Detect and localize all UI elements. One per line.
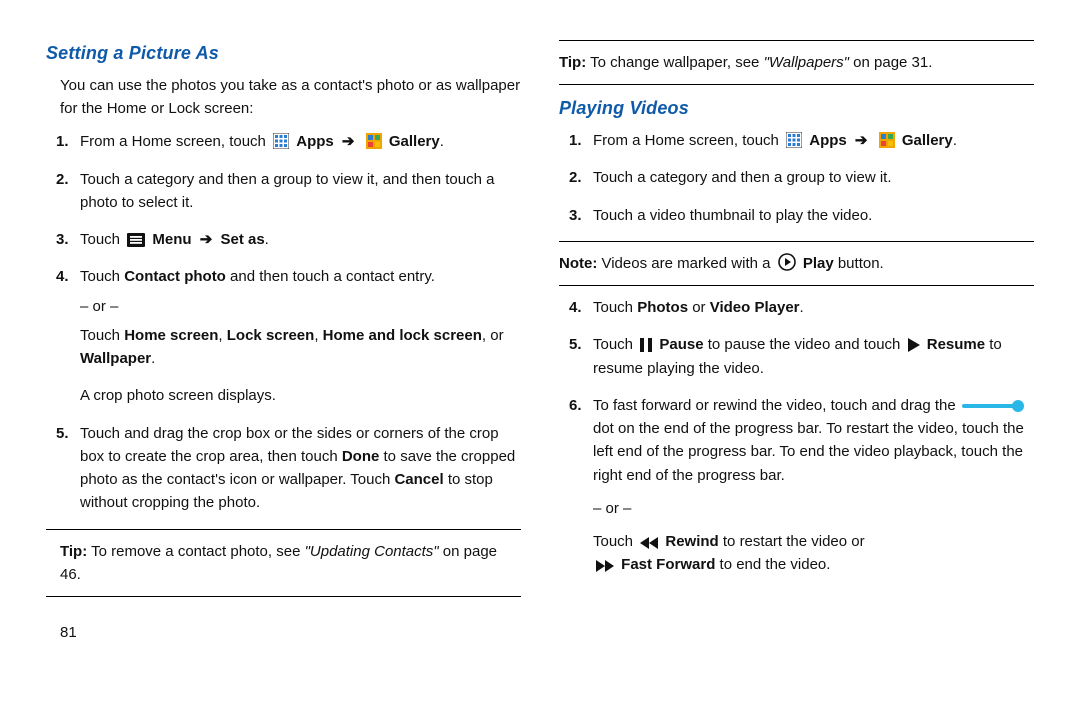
cross-reference: "Updating Contacts" [305, 543, 439, 560]
right-steps-cont: 4. Touch Photos or Video Player. 5. Touc… [559, 296, 1034, 577]
contact-photo-label: Contact photo [124, 268, 226, 285]
right-column: Tip: To change wallpaper, see "Wallpaper… [559, 40, 1034, 690]
rewind-icon [640, 537, 658, 549]
heading-setting-picture: Setting a Picture As [46, 40, 521, 68]
play-icon [908, 338, 920, 352]
done-label: Done [342, 448, 380, 465]
apps-label: Apps [809, 132, 847, 149]
apps-grid-icon [786, 132, 802, 148]
intro-text: You can use the photos you take as a con… [46, 74, 521, 121]
step-marker: 5. [569, 333, 582, 356]
heading-playing-videos: Playing Videos [559, 95, 1034, 123]
step-marker: 2. [56, 168, 69, 191]
step-6: 6. To fast forward or rewind the video, … [593, 394, 1034, 577]
or-divider: – or – [593, 497, 1034, 520]
menu-label: Menu [152, 231, 191, 248]
step-text: Touch a category and then a group to vie… [80, 171, 494, 211]
divider [46, 596, 521, 597]
step-text: From a Home screen, touch [593, 132, 783, 149]
step-4: 4. Touch Contact photo and then touch a … [80, 265, 521, 407]
step-marker: 3. [56, 228, 69, 251]
divider [559, 285, 1034, 286]
arrow-icon: ➔ [851, 132, 872, 149]
menu-icon [127, 233, 145, 247]
arrow-icon: ➔ [338, 133, 359, 150]
step-text: Touch a category and then a group to vie… [593, 169, 892, 186]
step-1: 1. From a Home screen, touch Apps ➔ Gall… [593, 129, 1034, 152]
or-divider: – or – [80, 295, 521, 318]
crop-note: A crop photo screen displays. [80, 384, 521, 407]
note-play-button: Note: Videos are marked with a Play butt… [559, 252, 1034, 275]
cross-reference: "Wallpapers" [764, 54, 849, 71]
step-marker: 4. [569, 296, 582, 319]
gallery-label: Gallery [389, 133, 440, 150]
gallery-label: Gallery [902, 132, 953, 149]
step-marker: 6. [569, 394, 582, 417]
step-5: 5. Touch and drag the crop box or the si… [80, 422, 521, 515]
step-4: 4. Touch Photos or Video Player. [593, 296, 1034, 319]
apps-grid-icon [273, 133, 289, 149]
fast-forward-icon [596, 560, 614, 572]
step-text-alt: Touch Rewind to restart the video or Fas… [593, 530, 1034, 577]
step-1: 1. From a Home screen, touch Apps ➔ Gall… [80, 130, 521, 153]
step-5: 5. Touch Pause to pause the video and to… [593, 333, 1034, 380]
divider [559, 241, 1034, 242]
step-3: 3. Touch Menu ➔ Set as. [80, 228, 521, 251]
step-text-alt: Touch Home screen, Lock screen, Home and… [80, 324, 521, 371]
page-number: 81 [46, 621, 521, 644]
step-2: 2. Touch a category and then a group to … [593, 166, 1034, 189]
step-text: Touch [80, 268, 124, 285]
tip-label: Tip: [60, 543, 87, 560]
gallery-icon [879, 132, 895, 148]
step-marker: 5. [56, 422, 69, 445]
step-marker: 2. [569, 166, 582, 189]
step-text: From a Home screen, touch [80, 133, 270, 150]
arrow-icon: ➔ [196, 231, 217, 248]
divider [559, 84, 1034, 85]
tip-label: Tip: [559, 54, 586, 71]
step-marker: 4. [56, 265, 69, 288]
apps-label: Apps [296, 133, 334, 150]
divider [46, 529, 521, 530]
tip-updating-contacts: Tip: To remove a contact photo, see "Upd… [46, 540, 521, 587]
right-steps: 1. From a Home screen, touch Apps ➔ Gall… [559, 129, 1034, 227]
step-2: 2. Touch a category and then a group to … [80, 168, 521, 215]
step-text: Touch a video thumbnail to play the vide… [593, 207, 872, 224]
setas-label: Set as [220, 231, 264, 248]
left-column: Setting a Picture As You can use the pho… [46, 40, 521, 690]
divider [559, 40, 1034, 41]
cancel-label: Cancel [394, 471, 443, 488]
step-marker: 1. [56, 130, 69, 153]
left-steps: 1. From a Home screen, touch Apps ➔ Gall… [46, 130, 521, 514]
play-circle-icon [778, 253, 796, 271]
pause-icon [640, 338, 652, 352]
step-marker: 3. [569, 204, 582, 227]
step-text: Touch [80, 231, 124, 248]
step-3: 3. Touch a video thumbnail to play the v… [593, 204, 1034, 227]
progress-bar-icon [962, 399, 1020, 413]
step-marker: 1. [569, 129, 582, 152]
manual-page: Setting a Picture As You can use the pho… [0, 0, 1080, 720]
gallery-icon [366, 133, 382, 149]
note-label: Note: [559, 255, 597, 272]
step-text: and then touch a contact entry. [226, 268, 435, 285]
play-label: Play [803, 255, 834, 272]
tip-wallpapers: Tip: To change wallpaper, see "Wallpaper… [559, 51, 1034, 74]
